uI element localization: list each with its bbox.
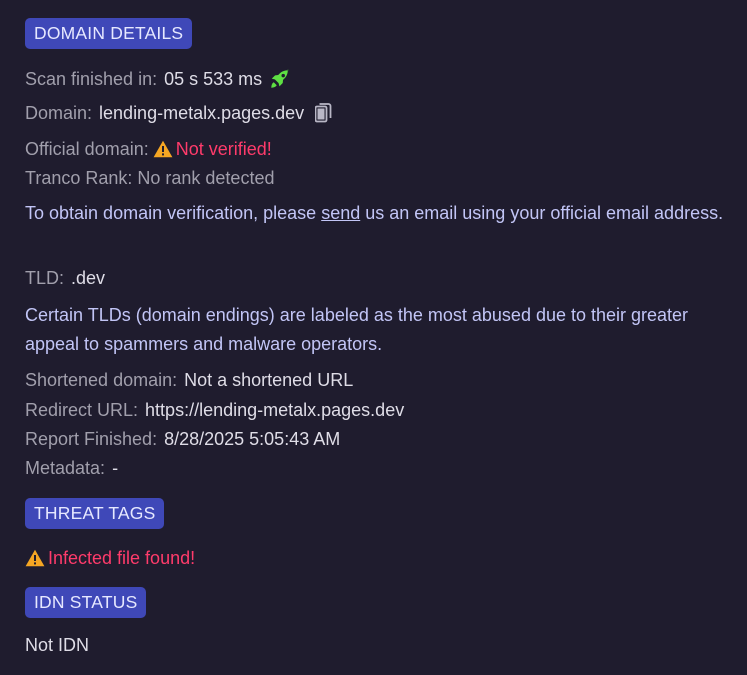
tranco-rank-text: Tranco Rank: No rank detected	[25, 168, 275, 188]
scan-time-row: Scan finished in: 05 s 533 ms	[25, 67, 291, 91]
report-finished-row: Report Finished: 8/28/2025 5:05:43 AM	[25, 427, 340, 451]
warning-icon	[25, 549, 45, 567]
domain-row: Domain: lending-metalx.pages.dev	[25, 101, 332, 125]
domain-label: Domain:	[25, 103, 93, 123]
verification-text-before: To obtain domain verification, please	[25, 203, 322, 223]
threat-tags-heading: THREAT TAGS	[25, 498, 165, 529]
idn-status-value: Not IDN	[25, 635, 90, 655]
verification-text-after: us an email using your official email ad…	[360, 203, 724, 223]
metadata-value: -	[112, 458, 119, 478]
threat-tag-text: Infected file found!	[48, 548, 196, 568]
shortened-domain-value: Not a shortened URL	[184, 370, 354, 390]
official-domain-status: Not verified!	[175, 139, 272, 159]
metadata-label: Metadata:	[25, 458, 106, 478]
tld-label: TLD:	[25, 268, 65, 288]
verification-info: To obtain domain verification, please se…	[25, 199, 737, 228]
redirect-url-row: Redirect URL: https://lending-metalx.pag…	[25, 398, 404, 422]
metadata-row: Metadata: -	[25, 456, 118, 480]
copy-icon[interactable]	[315, 103, 332, 123]
redirect-url-label: Redirect URL:	[25, 400, 139, 420]
tld-note: Certain TLDs (domain endings) are labele…	[25, 305, 689, 354]
rocket-icon	[269, 68, 291, 90]
shortened-domain-label: Shortened domain:	[25, 370, 178, 390]
redirect-url-value: https://lending-metalx.pages.dev	[145, 400, 405, 420]
tld-row: TLD: .dev	[25, 266, 105, 290]
domain-details-heading: DOMAIN DETAILS	[25, 18, 193, 49]
warning-icon	[153, 140, 173, 158]
tld-value: .dev	[71, 268, 106, 288]
official-domain-label: Official domain:	[25, 139, 149, 159]
report-finished-label: Report Finished:	[25, 429, 158, 449]
report-finished-value: 8/28/2025 5:05:43 AM	[164, 429, 341, 449]
tranco-rank-row: Tranco Rank: No rank detected	[25, 166, 274, 190]
send-email-link[interactable]: send	[321, 203, 360, 223]
domain-value: lending-metalx.pages.dev	[99, 103, 305, 123]
shortened-domain-row: Shortened domain: Not a shortened URL	[25, 368, 353, 392]
idn-status-heading: IDN STATUS	[25, 587, 147, 618]
scan-time-value: 05 s 533 ms	[164, 69, 263, 89]
idn-status-row: Not IDN	[25, 633, 89, 657]
threat-tag-row: Infected file found!	[25, 546, 195, 570]
official-domain-row: Official domain: Not verified!	[25, 137, 272, 161]
scan-time-label: Scan finished in:	[25, 69, 158, 89]
